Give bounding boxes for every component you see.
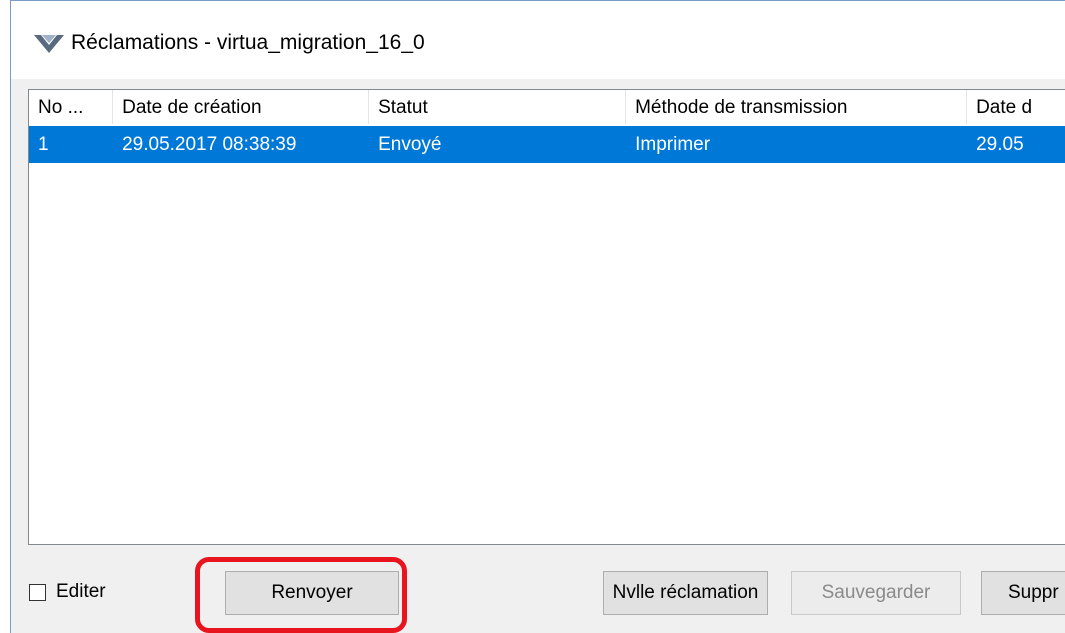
claims-window: Réclamations - virtua_migration_16_0 No … <box>10 0 1065 633</box>
resend-highlight-annotation <box>195 557 407 633</box>
title-bar: Réclamations - virtua_migration_16_0 <box>11 1 1065 79</box>
column-header-transmission-method[interactable]: Méthode de transmission <box>626 90 968 124</box>
cell-creation-date: 29.05.2017 08:38:39 <box>122 134 297 155</box>
delete-button[interactable]: Suppr <box>981 571 1065 615</box>
list-row[interactable]: 1 29.05.2017 08:38:39 Envoyé Imprimer 29… <box>29 126 1065 163</box>
column-header-number[interactable]: No ... <box>29 90 114 124</box>
cell-date: 29.05 <box>976 134 1024 155</box>
claims-list[interactable]: No ... Date de création Statut Méthode d… <box>28 89 1065 545</box>
edit-checkbox-group[interactable]: Editer <box>29 581 106 603</box>
cell-status: Envoyé <box>378 134 442 155</box>
window-title: Réclamations - virtua_migration_16_0 <box>71 31 425 54</box>
app-logo-icon <box>33 33 65 55</box>
column-header-creation-date[interactable]: Date de création <box>113 90 370 124</box>
column-header-date[interactable]: Date d <box>967 90 1065 124</box>
list-header: No ... Date de création Statut Méthode d… <box>29 90 1065 124</box>
column-header-status[interactable]: Statut <box>369 90 627 124</box>
new-claim-button[interactable]: Nvlle réclamation <box>603 571 768 615</box>
cell-transmission-method: Imprimer <box>635 134 711 155</box>
edit-checkbox[interactable] <box>29 583 46 601</box>
save-button[interactable]: Sauvegarder <box>791 571 961 615</box>
cell-number: 1 <box>38 134 49 155</box>
edit-checkbox-label: Editer <box>56 581 106 602</box>
